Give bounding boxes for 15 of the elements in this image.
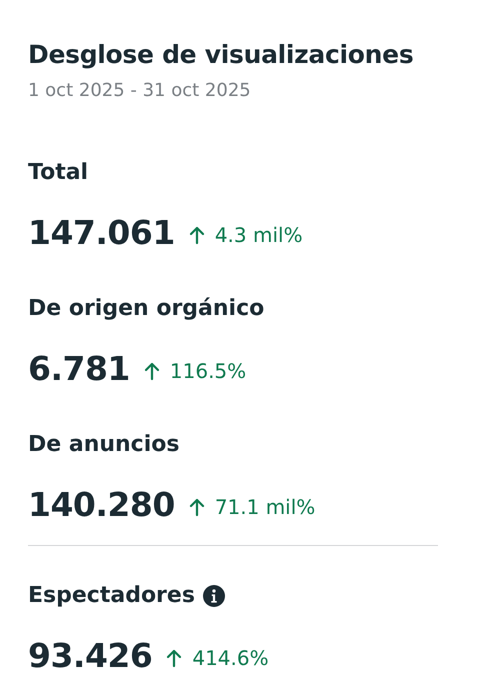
metric-label: De anuncios: [28, 431, 180, 459]
change-percentage: 71.1 mil%: [214, 494, 316, 520]
card-title: Desglose de visualizaciones: [28, 39, 414, 71]
metric-value: 6.781: [28, 348, 130, 390]
change-percentage: 414.6%: [192, 645, 269, 671]
metric-label: Total: [28, 159, 88, 187]
metric-label: De origen orgánico: [28, 295, 264, 323]
change-percentage: 116.5%: [170, 358, 246, 384]
metric-value: 140.280: [28, 484, 175, 526]
metric-label: Espectadores: [28, 582, 195, 610]
metric-value: 93.426: [28, 635, 152, 677]
date-range: 1 oct 2025 - 31 oct 2025: [28, 79, 252, 103]
change-percentage: 4.3 mil%: [214, 222, 303, 248]
info-icon[interactable]: [202, 585, 225, 607]
metric-value: 147.061: [28, 212, 175, 254]
